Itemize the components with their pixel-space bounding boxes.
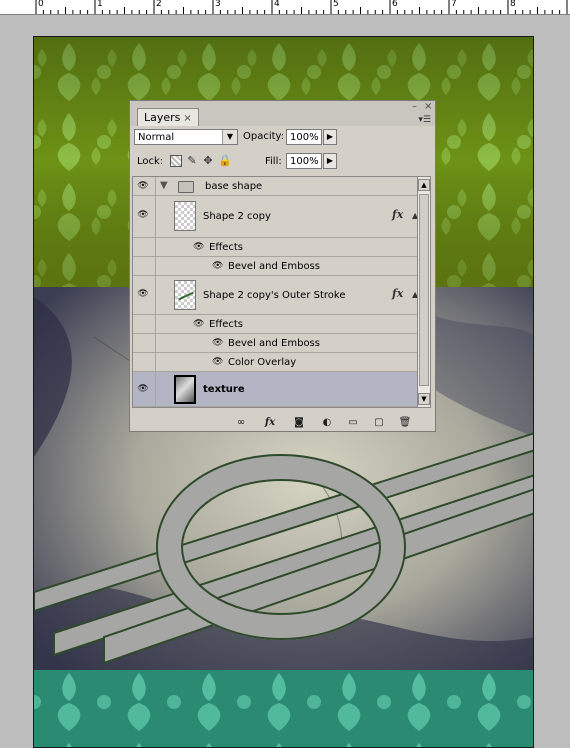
folder-icon <box>178 181 194 193</box>
eye-icon[interactable]: 👁 <box>212 357 223 367</box>
visibility-divider <box>155 196 156 237</box>
effect-name: Bevel and Emboss <box>228 338 320 349</box>
opacity-slider-button[interactable]: ▶ <box>323 129 337 145</box>
expand-triangle-icon[interactable]: ▼ <box>160 180 168 191</box>
layer-row-shape-2-copy[interactable]: 👁 Shape 2 copy fx ▲ <box>133 196 420 238</box>
effect-name: Color Overlay <box>228 357 297 368</box>
visibility-divider <box>155 177 156 195</box>
fx-icon[interactable]: fx <box>392 208 403 221</box>
effect-name: Bevel and Emboss <box>228 261 320 272</box>
ruler-number: 5 <box>333 0 339 9</box>
chevron-down-icon[interactable]: ▼ <box>222 130 237 144</box>
scroll-down-button[interactable]: ▼ <box>418 393 430 405</box>
new-layer-icon[interactable]: ▢ <box>372 417 386 429</box>
scroll-thumb[interactable] <box>419 194 429 386</box>
ruler-number: 0 <box>38 0 44 9</box>
effect-row-bevel[interactable]: 👁 Bevel and Emboss <box>133 257 420 276</box>
effect-row-color-overlay[interactable]: 👁 Color Overlay <box>133 353 420 372</box>
panel-menu-icon[interactable]: ▾☰ <box>418 115 431 125</box>
adjustment-layer-icon[interactable]: ◐ <box>320 417 334 429</box>
eye-icon[interactable]: 👁 <box>212 261 223 271</box>
effects-label: Effects <box>209 242 243 253</box>
visibility-divider <box>155 238 156 256</box>
lock-transparent-pixels-icon[interactable] <box>170 155 182 167</box>
effects-row[interactable]: 👁 Effects <box>133 238 420 257</box>
effect-row-bevel[interactable]: 👁 Bevel and Emboss <box>133 334 420 353</box>
fill-field[interactable]: 100% <box>286 153 322 169</box>
lock-position-icon[interactable]: ✥ <box>202 155 214 167</box>
panel-bottom-toolbar: ∞ fx ◙ ◐ ▭ ▢ 🗑 <box>130 413 435 431</box>
ruler-number: 8 <box>510 0 516 9</box>
effects-label: Effects <box>209 319 243 330</box>
layers-scrollbar[interactable]: ▲ ▼ <box>417 176 431 408</box>
layers-tab[interactable]: Layers × <box>137 108 199 126</box>
effects-row[interactable]: 👁 Effects <box>133 315 420 334</box>
layer-name: texture <box>203 384 245 395</box>
fill-slider-button[interactable]: ▶ <box>323 153 337 169</box>
opacity-label: Opacity: <box>243 131 285 142</box>
link-layers-icon[interactable]: ∞ <box>234 417 248 429</box>
eye-icon[interactable]: 👁 <box>193 319 204 329</box>
minimize-button[interactable]: – <box>412 102 417 112</box>
layer-thumbnail <box>174 375 196 404</box>
lock-image-pixels-icon[interactable]: ✎ <box>186 155 198 167</box>
layer-name: Shape 2 copy <box>203 211 271 222</box>
visibility-divider <box>155 276 156 314</box>
eye-icon[interactable]: 👁 <box>136 181 150 191</box>
visibility-divider <box>155 353 156 371</box>
horizontal-ruler: 0 1 2 3 4 5 6 7 8 <box>0 0 570 15</box>
ruler-number: 3 <box>215 0 221 9</box>
blend-row: Normal ▼ Opacity: 100% ▶ <box>134 129 431 149</box>
add-mask-icon[interactable]: ◙ <box>292 417 306 429</box>
lock-label: Lock: <box>137 156 164 167</box>
layer-name: base shape <box>205 181 263 192</box>
lock-all-icon[interactable]: 🔒 <box>218 155 232 167</box>
eye-icon[interactable]: 👁 <box>136 289 150 299</box>
layer-thumbnail <box>174 201 196 231</box>
layers-tab-label: Layers <box>144 111 181 124</box>
eye-icon[interactable]: 👁 <box>212 338 223 348</box>
blend-mode-select[interactable]: Normal ▼ <box>134 129 238 145</box>
visibility-divider <box>155 257 156 275</box>
ruler-number: 2 <box>156 0 162 9</box>
ruler-number: 7 <box>451 0 457 9</box>
ruler-number: 1 <box>97 0 103 9</box>
new-group-icon[interactable]: ▭ <box>346 417 360 429</box>
scroll-up-button[interactable]: ▲ <box>418 179 430 191</box>
eye-icon[interactable]: 👁 <box>193 242 204 252</box>
layer-row-outer-stroke[interactable]: 👁 Shape 2 copy's Outer Stroke fx ▲ <box>133 276 420 315</box>
lock-row: Lock: ✎ ✥ 🔒 Fill: 100% ▶ <box>134 153 431 173</box>
opacity-field[interactable]: 100% <box>286 129 322 145</box>
visibility-divider <box>155 372 156 406</box>
fill-label: Fill: <box>265 156 282 167</box>
eye-icon[interactable]: 👁 <box>136 210 150 220</box>
close-panel-button[interactable]: × <box>424 102 432 112</box>
fx-icon[interactable]: fx <box>392 287 403 300</box>
layer-row-texture[interactable]: 👁 texture <box>133 372 420 407</box>
tab-close-button[interactable]: × <box>183 113 191 124</box>
ruler-number: 6 <box>392 0 398 9</box>
add-layer-style-icon[interactable]: fx <box>263 417 277 429</box>
blend-mode-value: Normal <box>138 132 175 143</box>
layer-name: Shape 2 copy's Outer Stroke <box>203 290 346 301</box>
visibility-divider <box>155 315 156 333</box>
eye-icon[interactable]: 👁 <box>136 384 150 394</box>
visibility-divider <box>155 334 156 352</box>
ruler-number: 4 <box>274 0 280 9</box>
trash-icon[interactable]: 🗑 <box>398 417 412 429</box>
layers-list[interactable]: 👁 ▼ base shape 👁 Shape 2 copy fx ▲ 👁 Eff… <box>132 176 421 408</box>
layer-row-base-shape[interactable]: 👁 ▼ base shape <box>133 177 420 196</box>
layers-panel[interactable]: – × Layers × ▾☰ Normal ▼ Opacity: 100% ▶ … <box>129 100 436 432</box>
ruler-ticks <box>35 0 568 14</box>
